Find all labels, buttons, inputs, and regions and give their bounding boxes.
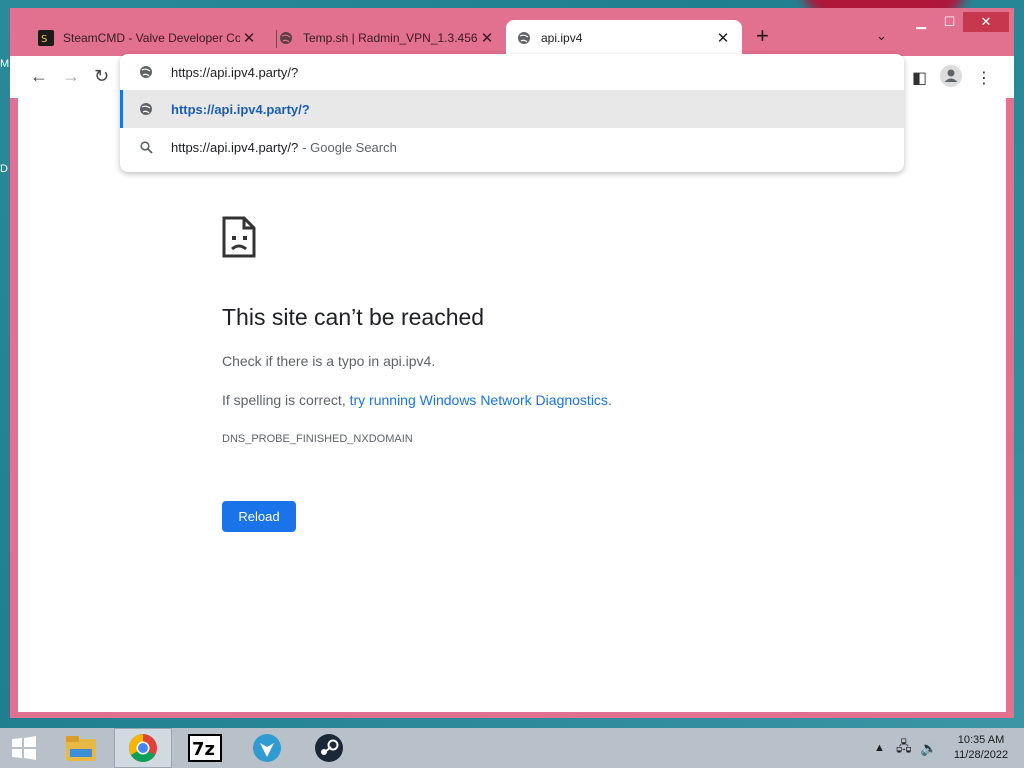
search-icon [136, 140, 156, 154]
tab-api-ipv4[interactable]: api.ipv4 ✕ [506, 20, 742, 56]
tab-title: SteamCMD - Valve Developer Co [63, 31, 240, 45]
suggestion-search[interactable]: https://api.ipv4.party/? - Google Search [120, 128, 904, 166]
suggestion-suffix: . [607, 392, 612, 408]
show-hidden-icons-icon[interactable]: ▲ [874, 728, 885, 768]
desktop-icon-label-fragment: M [0, 58, 10, 70]
svg-text:7z: 7z [192, 739, 215, 760]
globe-icon [516, 30, 532, 46]
suggestion-text: https://api.ipv4.party/? [171, 139, 299, 155]
new-tab-button[interactable]: + [756, 25, 769, 47]
radmin-vpn-icon[interactable] [238, 728, 296, 768]
file-explorer-icon[interactable] [52, 728, 110, 768]
globe-icon [278, 30, 294, 46]
system-clock[interactable]: 10:35 AM 11/28/2022 [948, 733, 1014, 763]
page-title: This site can’t be reached [222, 304, 485, 330]
close-icon[interactable]: ✕ [714, 29, 732, 47]
side-panel-icon[interactable]: ◧ [912, 68, 927, 88]
globe-icon [136, 65, 156, 79]
back-arrow-icon[interactable]: ← [30, 66, 48, 87]
suggestion-description: - Google Search [302, 139, 397, 155]
avatar[interactable] [940, 65, 962, 87]
clock-time: 10:35 AM [957, 734, 1005, 746]
clock-date: 11/28/2022 [953, 749, 1009, 761]
close-window-button[interactable]: ✕ [963, 12, 1009, 32]
error-description: Check if there is a typo in api.ipv4. [222, 353, 436, 369]
close-icon[interactable]: ✕ [240, 29, 258, 47]
globe-icon [136, 102, 156, 116]
tab-temp-sh[interactable]: Temp.sh | Radmin_VPN_1.3.4568 ✕ [268, 20, 506, 56]
chrome-icon[interactable] [114, 728, 172, 768]
7zip-icon[interactable]: 7z [176, 728, 234, 768]
omnibox[interactable]: https://api.ipv4.party/? [120, 54, 904, 90]
minimize-button[interactable]: ▁ [906, 12, 936, 32]
taskbar: 7z ▲ 🖧 🔊 10:35 AM 11/28/2022 [0, 728, 1024, 768]
svg-text:S: S [41, 34, 47, 45]
error-suggestion: If spelling is correct, try running Wind… [222, 392, 612, 408]
suggestion-text: https://api.ipv4.party/? [171, 101, 310, 117]
omnibox-dropdown: https://api.ipv4.party/? https://api.ipv… [120, 54, 904, 172]
tab-title: api.ipv4 [541, 31, 583, 45]
network-icon[interactable]: 🖧 [896, 728, 912, 768]
error-code: DNS_PROBE_FINISHED_NXDOMAIN [222, 433, 413, 445]
tab-title: Temp.sh | Radmin_VPN_1.3.4568 [303, 31, 478, 45]
suggestion-url[interactable]: https://api.ipv4.party/? [120, 90, 904, 128]
close-icon[interactable]: ✕ [478, 29, 496, 47]
more-menu-icon[interactable]: ⋮ [976, 68, 992, 88]
sad-page-icon [222, 216, 256, 263]
reload-icon[interactable]: ↻ [94, 66, 109, 87]
address-bar-input[interactable]: https://api.ipv4.party/? [171, 65, 298, 80]
steamcmd-favicon: S [38, 30, 54, 46]
page-content: This site can’t be reached Check if ther… [18, 98, 1006, 712]
forward-arrow-icon[interactable]: → [62, 66, 80, 87]
tab-steamcmd[interactable]: S SteamCMD - Valve Developer Co ✕ [28, 20, 268, 56]
reload-button[interactable]: Reload [222, 501, 296, 532]
start-icon[interactable] [0, 728, 48, 768]
network-diagnostics-link[interactable]: try running Windows Network Diagnostics [350, 392, 608, 408]
desktop-icon-label-fragment: D [0, 163, 8, 175]
volume-icon[interactable]: 🔊 [920, 728, 937, 768]
tab-strip: S SteamCMD - Valve Developer Co ✕ Temp.s… [10, 8, 1014, 56]
chevron-down-icon[interactable]: ⌄ [876, 28, 887, 44]
steam-icon[interactable] [300, 728, 358, 768]
suggestion-prefix: If spelling is correct, [222, 392, 350, 408]
maximize-button[interactable]: ☐ [936, 12, 963, 32]
